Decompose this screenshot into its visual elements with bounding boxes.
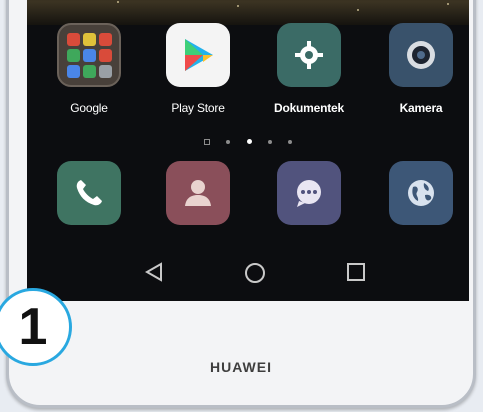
- app-label-play-store: Play Store: [171, 101, 225, 115]
- home-icon[interactable]: [243, 261, 267, 285]
- contacts-app[interactable]: [166, 161, 230, 225]
- home-screen: Google Play Store Dokumentek Kamera: [27, 0, 469, 301]
- app-label-camera: Kamera: [399, 101, 443, 115]
- recents-icon[interactable]: [345, 261, 367, 283]
- play-store-app[interactable]: [166, 23, 230, 87]
- back-icon[interactable]: [143, 261, 165, 283]
- navigation-bar: [27, 251, 469, 291]
- app-label-google: Google: [70, 101, 108, 115]
- messages-icon: [297, 180, 321, 207]
- page-dot-active: [246, 139, 252, 145]
- camera-icon: [407, 41, 435, 69]
- contacts-icon: [185, 180, 211, 206]
- browser-app[interactable]: [389, 161, 453, 225]
- phone-app[interactable]: [57, 161, 121, 225]
- phone-body: Google Play Store Dokumentek Kamera HUAW…: [6, 0, 476, 408]
- page-dot: [203, 138, 210, 145]
- camera-app[interactable]: [389, 23, 453, 87]
- play-store-icon: [185, 39, 213, 71]
- app-label-settings: Dokumentek: [273, 101, 345, 115]
- brand-logo: HUAWEI: [210, 359, 272, 375]
- page-indicator: [27, 133, 469, 151]
- page-dot: [226, 139, 231, 144]
- gear-icon: [295, 41, 323, 69]
- browser-icon: [408, 180, 434, 206]
- page-dot: [267, 139, 272, 144]
- messages-app[interactable]: [277, 161, 341, 225]
- page-dot: [288, 139, 293, 144]
- phone-icon: [76, 180, 102, 206]
- settings-app[interactable]: [277, 23, 341, 87]
- wallpaper: [27, 0, 469, 25]
- google-folder[interactable]: [57, 23, 121, 87]
